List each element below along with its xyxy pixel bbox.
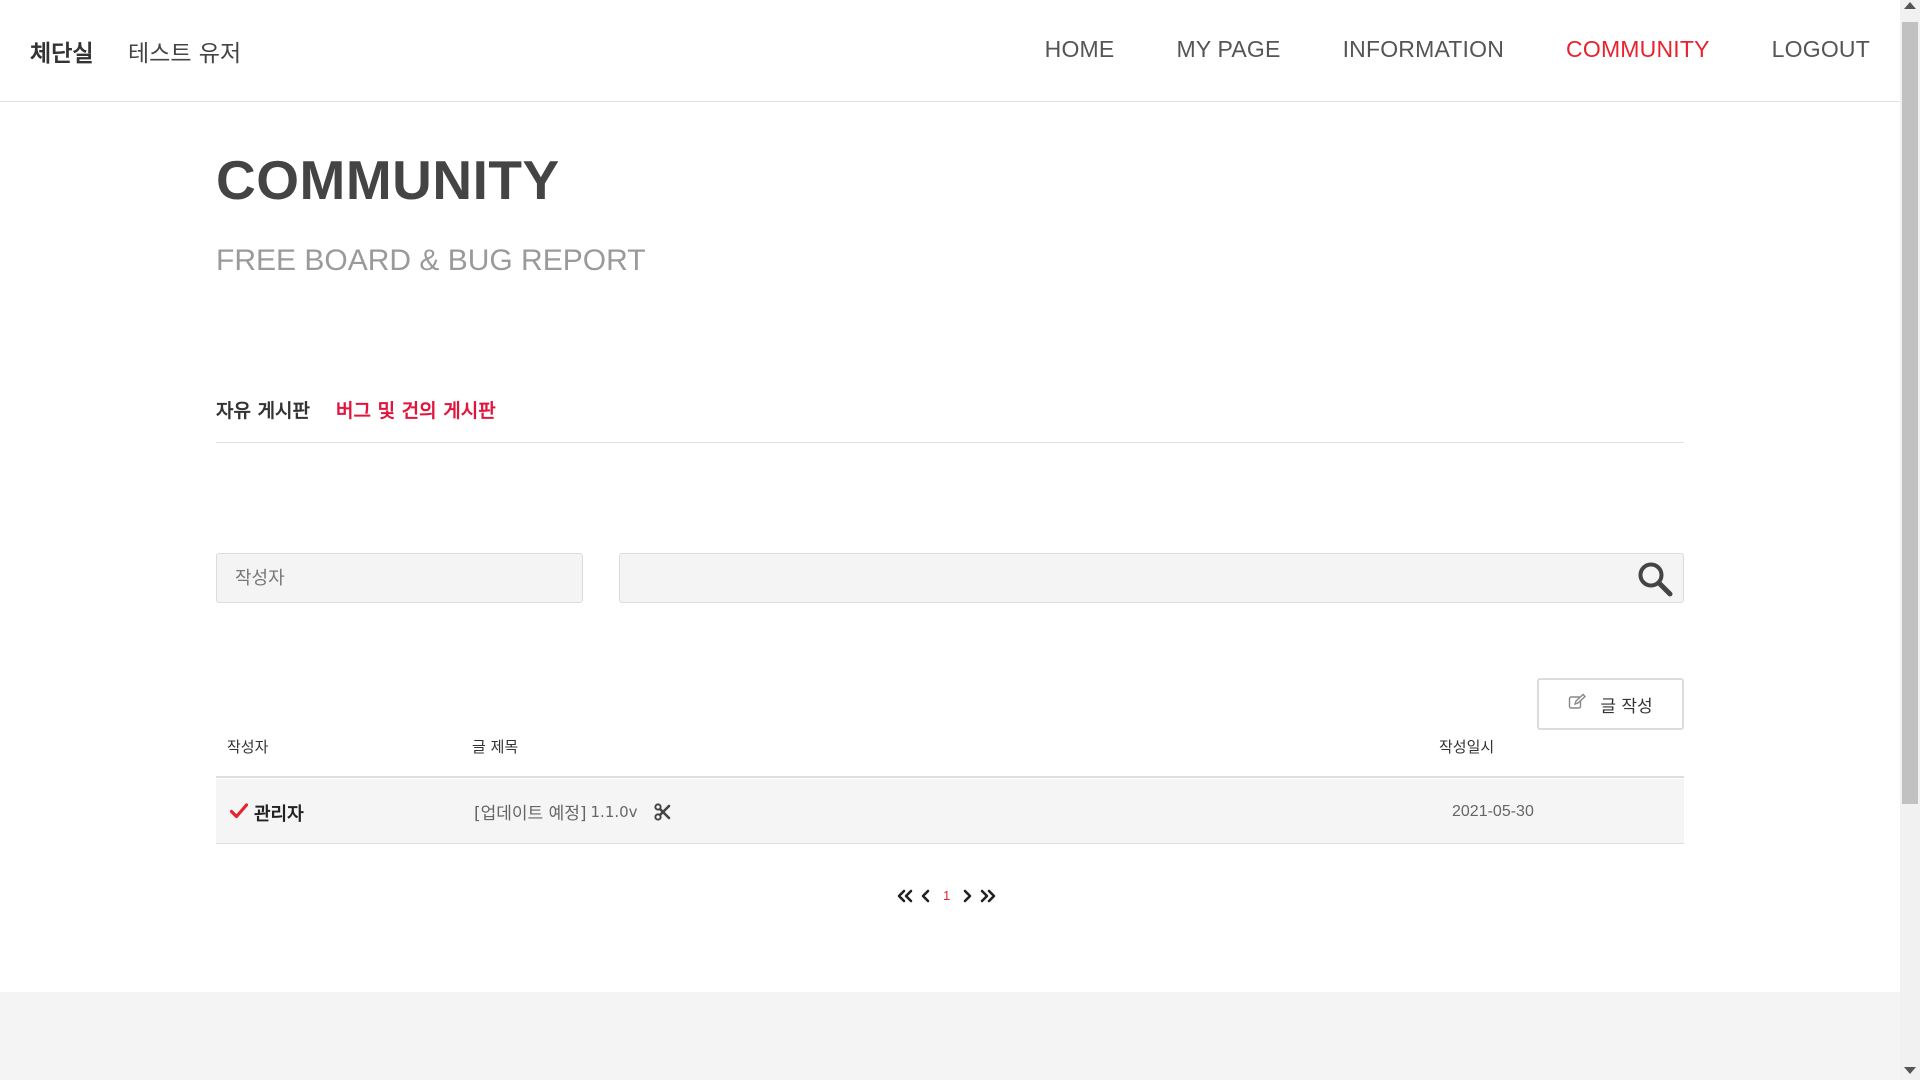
search-box <box>619 553 1684 603</box>
author-search-input[interactable] <box>216 553 583 603</box>
column-header-author: 작성자 <box>227 738 269 756</box>
brand-logo[interactable]: 체단실 <box>30 34 93 68</box>
checkmark-icon <box>229 802 254 824</box>
row-author-name: 관리자 <box>254 804 304 825</box>
scroll-down-arrow-icon[interactable] <box>1904 1067 1916 1074</box>
top-header: 체단실 테스트 유저 HOME MY PAGE INFORMATION COMM… <box>0 0 1900 102</box>
tools-icon <box>653 802 672 821</box>
table-row[interactable]: 관리자 [업데이트 예정] 1.1.0v 2021-05-30 <box>216 779 1684 844</box>
nav-information[interactable]: INFORMATION <box>1343 36 1504 63</box>
page: 체단실 테스트 유저 HOME MY PAGE INFORMATION COMM… <box>0 0 1920 1080</box>
nav-my-page[interactable]: MY PAGE <box>1176 36 1280 63</box>
tab-bug-report-board[interactable]: 버그 및 건의 게시판 <box>336 396 496 423</box>
edit-icon <box>1568 693 1587 715</box>
row-title-version: 1.1.0v <box>590 802 638 821</box>
page-subtitle: FREE BOARD & BUG REPORT <box>216 244 646 277</box>
table-header: 작성자 글 제목 작성일시 <box>216 732 1684 778</box>
current-username: 테스트 유저 <box>128 41 242 67</box>
tabs-divider <box>216 442 1684 443</box>
tab-free-board[interactable]: 자유 게시판 <box>216 396 310 423</box>
page-number-current[interactable]: 1 <box>943 888 950 903</box>
board-tabs: 자유 게시판 버그 및 건의 게시판 <box>216 396 522 423</box>
prev-page-icon[interactable] <box>920 889 932 903</box>
next-page-icon[interactable] <box>961 889 973 903</box>
vertical-scrollbar[interactable] <box>1900 0 1920 1080</box>
row-title-text: [업데이트 예정] <box>474 804 587 824</box>
write-post-button[interactable]: 글 작성 <box>1537 678 1684 730</box>
row-date: 2021-05-30 <box>1452 803 1534 820</box>
row-author: 관리자 <box>229 800 304 826</box>
column-header-date: 작성일시 <box>1439 738 1495 756</box>
last-page-icon[interactable] <box>979 889 997 903</box>
page-title: COMMUNITY <box>216 149 560 211</box>
pagination: 1 <box>896 888 997 903</box>
scrollbar-thumb[interactable] <box>1902 22 1918 804</box>
row-title[interactable]: [업데이트 예정] 1.1.0v <box>474 799 672 824</box>
nav-community[interactable]: COMMUNITY <box>1566 36 1710 63</box>
nav-home[interactable]: HOME <box>1045 36 1115 63</box>
main-nav: HOME MY PAGE INFORMATION COMMUNITY LOGOU… <box>983 36 1870 63</box>
scroll-up-arrow-icon[interactable] <box>1904 2 1916 9</box>
first-page-icon[interactable] <box>896 889 914 903</box>
column-header-title: 글 제목 <box>472 738 519 756</box>
search-icon[interactable] <box>1635 559 1675 599</box>
search-input[interactable] <box>620 554 1610 602</box>
nav-logout[interactable]: LOGOUT <box>1772 36 1870 63</box>
write-post-label: 글 작성 <box>1600 696 1653 717</box>
footer <box>0 992 1900 1080</box>
